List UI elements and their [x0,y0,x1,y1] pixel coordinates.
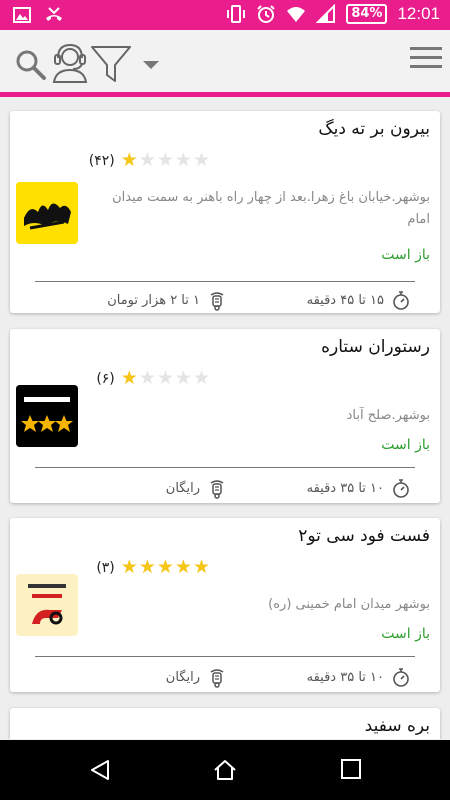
star-empty-icon: ★ [138,149,156,171]
wifi-icon [287,7,306,22]
scooter-icon [210,480,224,499]
stopwatch-icon [393,668,409,687]
star-empty-icon: ★ [174,367,192,389]
star-empty-icon: ★ [192,367,210,389]
home-icon[interactable] [212,758,238,782]
card-divider [35,467,415,468]
star-filled-icon: ★ [156,556,174,578]
restaurant-logo [16,385,78,447]
delivery-time-text: ۱۰ تا ۳۵ دقیقه [306,480,384,496]
star-rating: ★ ★ ★ ★ ★ [121,369,210,388]
delivery-fee: رایگان [166,477,228,499]
rating-row: (۶) ★ ★ ★ ★ ★ [96,369,210,388]
rating-row: (۳) ★ ★ ★ ★ ★ [96,558,210,577]
scooter-icon [210,669,224,688]
restaurant-address: بوشهر.صلح آباد [346,408,430,423]
star-empty-icon: ★ [138,367,156,389]
recents-icon[interactable] [340,758,362,780]
image-icon [13,7,31,23]
scooter-icon [210,292,224,311]
rating-count: (۶) [96,370,115,387]
delivery-time-text: ۱۰ تا ۳۵ دقیقه [306,669,384,685]
vibrate-icon [227,5,246,23]
star-filled-icon: ★ [120,149,138,171]
city2-logo-icon [16,574,78,636]
rating-row: (۴۲) ★ ★ ★ ★ ★ [89,151,210,170]
rating-count: (۳) [96,559,115,576]
open-status: باز است [381,437,430,453]
missed-call-icon [46,7,62,21]
battery-level: 84% [346,4,388,24]
delivery-time: ۱۰ تا ۳۵ دقیقه [307,666,412,688]
restaurant-card[interactable]: بیرون بر ته دیگ (۴۲) ★ ★ ★ ★ ★ بوشهر.خیابان … [10,111,440,313]
support-agent-icon[interactable] [50,42,90,84]
restaurant-logo [16,182,78,244]
restaurant-address: بوشهر.خیابان باغ زهرا.بعد از چهار راه با… [112,190,430,227]
restaurant-logo [16,574,78,636]
stopwatch-icon [393,291,409,310]
restaurant-card[interactable]: بره سفید [10,708,440,739]
restaurant-card[interactable]: فست فود سی تو۲ (۳) ★ ★ ★ ★ ★ بوشهر میدان اما… [10,518,440,692]
delivery-fee-text: رایگان [165,480,200,496]
rating-count: (۴۲) [88,152,115,169]
restaurant-name: فست فود سی تو۲ [298,526,430,546]
stopwatch-icon [393,479,409,498]
chevron-down-icon[interactable] [142,60,160,70]
clock: 12:01 [397,4,440,23]
star-empty-icon: ★ [192,149,210,171]
star-filled-icon: ★ [120,367,138,389]
star-filled-icon: ★ [120,556,138,578]
back-icon[interactable] [88,758,112,782]
delivery-time-text: ۱۵ تا ۴۵ دقیقه [306,292,384,308]
navigation-bar [0,740,450,800]
open-status: باز است [381,247,430,263]
card-divider [35,281,415,282]
menu-icon[interactable] [410,46,442,70]
search-icon[interactable] [14,48,48,82]
star-filled-icon: ★ [192,556,210,578]
star-rating: ★ ★ ★ ★ ★ [121,558,210,577]
star-filled-icon: ★ [174,556,192,578]
star-rating: ★ ★ ★ ★ ★ [121,151,210,170]
delivery-time: ۱۰ تا ۳۵ دقیقه [307,477,412,499]
star-empty-icon: ★ [156,367,174,389]
card-divider [35,656,415,657]
star-filled-icon: ★ [138,556,156,578]
restaurant-name: بیرون بر ته دیگ [318,119,430,139]
filter-icon[interactable] [90,44,132,84]
setareh-logo-icon [16,385,78,447]
delivery-fee-text: ۱ تا ۲ هزار تومان [107,292,200,308]
restaurant-address: بوشهر میدان امام خمینی (ره) [268,597,430,612]
delivery-fee: رایگان [166,666,228,688]
open-status: باز است [381,626,430,642]
star-empty-icon: ★ [156,149,174,171]
tahdig-logo-icon [16,182,78,244]
restaurant-name: رستوران ستاره [321,337,430,357]
star-empty-icon: ★ [174,149,192,171]
restaurant-list[interactable]: بیرون بر ته دیگ (۴۲) ★ ★ ★ ★ ★ بوشهر.خیابان … [0,97,450,739]
delivery-fee: ۱ تا ۲ هزار تومان [107,289,228,311]
toolbar [0,30,450,92]
delivery-fee-text: رایگان [165,669,200,685]
delivery-time: ۱۵ تا ۴۵ دقیقه [307,289,412,311]
restaurant-name: بره سفید [364,716,430,736]
status-bar: 84% 12:01 [0,0,450,30]
alarm-icon [257,5,276,23]
signal-icon [316,4,336,23]
restaurant-card[interactable]: رستوران ستاره (۶) ★ ★ ★ ★ ★ بوشهر.صلح آباد ب… [10,329,440,503]
